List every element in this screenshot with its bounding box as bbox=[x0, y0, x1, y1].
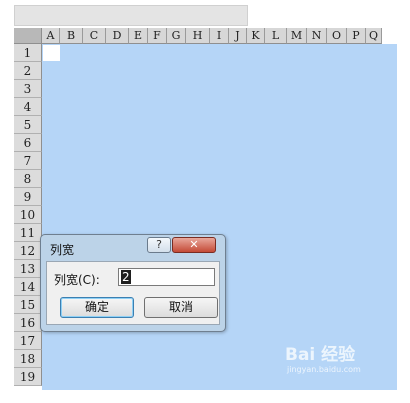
row-header-19[interactable]: 19 bbox=[14, 368, 42, 386]
column-header-m[interactable]: M bbox=[287, 28, 307, 44]
column-header-f[interactable]: F bbox=[148, 28, 167, 44]
formula-bar[interactable] bbox=[14, 5, 248, 26]
row-headers: 1 2 3 4 5 6 7 8 9 10 11 12 13 14 15 16 17 18 19 bbox=[14, 44, 42, 386]
column-header-l[interactable]: L bbox=[265, 28, 287, 44]
baidu-jingyan-watermark: Bai 经验 jingyan.baidu.com bbox=[285, 340, 395, 390]
row-header-6[interactable]: 6 bbox=[14, 134, 42, 152]
row-header-1[interactable]: 1 bbox=[14, 44, 42, 62]
row-header-14[interactable]: 14 bbox=[14, 278, 42, 296]
column-width-input[interactable]: 2 bbox=[118, 268, 215, 286]
row-header-3[interactable]: 3 bbox=[14, 80, 42, 98]
row-header-15[interactable]: 15 bbox=[14, 296, 42, 314]
row-header-8[interactable]: 8 bbox=[14, 170, 42, 188]
cancel-button[interactable]: 取消 bbox=[144, 297, 218, 318]
dialog-body: 列宽(C): 2 确定 取消 bbox=[46, 261, 220, 325]
row-header-16[interactable]: 16 bbox=[14, 314, 42, 332]
column-width-value: 2 bbox=[121, 270, 131, 284]
column-header-d[interactable]: D bbox=[106, 28, 129, 44]
column-width-dialog: 列宽 ? ✕ 列宽(C): 2 确定 取消 bbox=[40, 234, 226, 332]
column-header-q[interactable]: Q bbox=[366, 28, 382, 44]
column-headers: ABCDEFGHIJKLMNOPQ bbox=[42, 28, 382, 44]
help-button[interactable]: ? bbox=[147, 237, 171, 253]
column-header-a[interactable]: A bbox=[42, 28, 60, 44]
watermark-logo-text: Bai 经验 bbox=[285, 345, 356, 365]
column-header-h[interactable]: H bbox=[186, 28, 210, 44]
row-header-12[interactable]: 12 bbox=[14, 242, 42, 260]
row-header-9[interactable]: 9 bbox=[14, 188, 42, 206]
row-header-17[interactable]: 17 bbox=[14, 332, 42, 350]
active-cell-a1[interactable] bbox=[43, 45, 60, 61]
close-button[interactable]: ✕ bbox=[172, 237, 216, 253]
column-header-k[interactable]: K bbox=[247, 28, 265, 44]
column-header-o[interactable]: O bbox=[327, 28, 347, 44]
row-header-2[interactable]: 2 bbox=[14, 62, 42, 80]
column-width-label: 列宽(C): bbox=[54, 273, 100, 287]
ok-button[interactable]: 确定 bbox=[60, 297, 134, 318]
column-header-p[interactable]: P bbox=[347, 28, 366, 44]
column-header-n[interactable]: N bbox=[307, 28, 327, 44]
column-header-c[interactable]: C bbox=[83, 28, 106, 44]
row-header-18[interactable]: 18 bbox=[14, 350, 42, 368]
column-header-i[interactable]: I bbox=[210, 28, 229, 44]
row-header-7[interactable]: 7 bbox=[14, 152, 42, 170]
dialog-title: 列宽 bbox=[50, 243, 75, 257]
row-header-4[interactable]: 4 bbox=[14, 98, 42, 116]
select-all-corner[interactable] bbox=[14, 28, 42, 44]
row-header-5[interactable]: 5 bbox=[14, 116, 42, 134]
column-header-g[interactable]: G bbox=[167, 28, 186, 44]
selected-range[interactable] bbox=[42, 44, 397, 390]
row-header-10[interactable]: 10 bbox=[14, 206, 42, 224]
watermark-url: jingyan.baidu.com bbox=[287, 365, 361, 374]
column-header-b[interactable]: B bbox=[60, 28, 83, 44]
column-header-e[interactable]: E bbox=[129, 28, 148, 44]
row-header-13[interactable]: 13 bbox=[14, 260, 42, 278]
spreadsheet: ABCDEFGHIJKLMNOPQ 1 2 3 4 5 6 7 8 9 10 11 12 13 14 15 1… bbox=[14, 28, 397, 390]
row-header-11[interactable]: 11 bbox=[14, 224, 42, 242]
column-header-j[interactable]: J bbox=[229, 28, 247, 44]
